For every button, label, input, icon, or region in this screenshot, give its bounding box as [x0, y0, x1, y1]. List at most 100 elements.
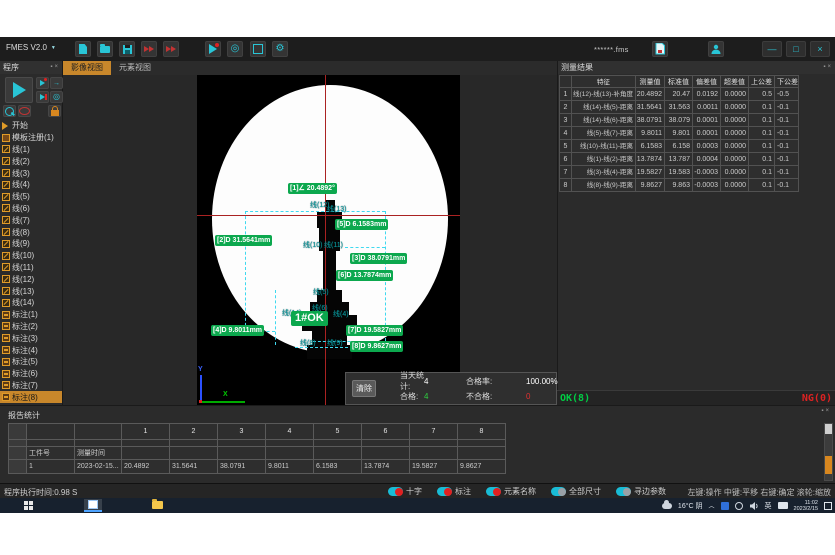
report-doc-button[interactable]	[652, 41, 668, 57]
pause-run-button[interactable]	[36, 91, 49, 103]
results-col-upper[interactable]: 上公差	[749, 75, 775, 88]
program-item[interactable]: 线(5)	[0, 191, 62, 203]
scrollbar-thumb[interactable]	[825, 456, 832, 474]
settings-button[interactable]: ⚙	[272, 41, 288, 57]
network-icon[interactable]	[735, 502, 743, 510]
panel-pin-close-icons[interactable]: ▪×	[821, 408, 831, 414]
keyboard-icon[interactable]	[778, 502, 788, 509]
program-item[interactable]: 线(8)	[0, 226, 62, 238]
maximize-button[interactable]: □	[786, 41, 806, 57]
program-run-button[interactable]	[5, 77, 33, 103]
program-item[interactable]: 标注(6)	[0, 368, 62, 380]
program-item[interactable]: 标注(8)	[0, 391, 62, 403]
close-button[interactable]: ×	[810, 41, 830, 57]
tab-element-view[interactable]: 元素视图	[111, 61, 159, 75]
results-col-over[interactable]: 超差值	[721, 75, 749, 88]
program-item[interactable]: 标注(7)	[0, 380, 62, 392]
results-col-standard[interactable]: 标准值	[665, 75, 693, 88]
camera-button[interactable]: ◎	[227, 41, 243, 57]
result-row[interactable]: 1线(12)-线(13)-补角度20.489220.470.01920.0000…	[559, 88, 799, 101]
result-row[interactable]: 5线(10)-线(11)-距离6.15836.1580.00030.00000.…	[559, 140, 799, 153]
notification-center-icon[interactable]	[824, 502, 832, 510]
toggle-item[interactable]: 全部尺寸	[551, 486, 601, 497]
dimension-line	[245, 211, 246, 331]
minimize-button[interactable]: —	[762, 41, 782, 57]
volume-icon[interactable]	[749, 501, 759, 511]
program-item[interactable]: 线(3)	[0, 167, 62, 179]
taskbar-clock[interactable]: 11:02 2023/2/15	[794, 500, 818, 512]
report-row[interactable]	[9, 440, 506, 447]
toggle-switch[interactable]	[388, 487, 403, 496]
program-item[interactable]: 线(11)	[0, 262, 62, 274]
program-item[interactable]: 线(1)	[0, 144, 62, 156]
results-col-measured[interactable]: 测量值	[636, 75, 665, 88]
start-button[interactable]	[24, 501, 33, 510]
program-item[interactable]: 标注(2)	[0, 321, 62, 333]
toggle-item[interactable]: 十字	[388, 486, 422, 497]
result-row[interactable]: 3线(14)-线(6)-距离38.079138.0790.00010.00000…	[559, 114, 799, 127]
toggle-switch[interactable]	[616, 487, 631, 496]
target-button[interactable]: ◎	[50, 91, 63, 103]
lock-button[interactable]	[48, 105, 61, 117]
result-row[interactable]: 8线(8)-线(9)-距离9.86279.863-0.00030.00000.1…	[559, 179, 799, 192]
panel-pin-close-icons[interactable]: ▪×	[50, 61, 60, 74]
program-item[interactable]: 线(4)	[0, 179, 62, 191]
panel-pin-close-icons[interactable]: ▪×	[823, 61, 833, 74]
new-file-button[interactable]	[75, 41, 91, 57]
program-item[interactable]: 线(7)	[0, 214, 62, 226]
report-row[interactable]: 工件号测量时间	[9, 447, 506, 460]
toggle-item[interactable]: 标注	[437, 486, 471, 497]
program-item[interactable]: 标注(5)	[0, 356, 62, 368]
tray-app-icon[interactable]	[721, 502, 729, 510]
program-item[interactable]: 线(2)	[0, 155, 62, 167]
result-row[interactable]: 4线(5)-线(7)-距离9.80119.8010.00010.00000.1-…	[559, 127, 799, 140]
results-col-lower[interactable]: 下公差	[775, 75, 799, 88]
result-row[interactable]: 7线(3)-线(4)-距离19.582719.583-0.00030.00000…	[559, 166, 799, 179]
toggle-item[interactable]: 寻边参数	[616, 486, 666, 497]
program-item[interactable]: 线(6)	[0, 203, 62, 215]
roi-button[interactable]	[250, 41, 266, 57]
step-run-button[interactable]	[36, 77, 49, 89]
results-col-feature[interactable]: 特征	[572, 75, 636, 88]
tray-expand-icon[interactable]: ︿	[709, 501, 715, 510]
program-item[interactable]: 线(9)	[0, 238, 62, 250]
report-scrollbar[interactable]	[824, 423, 833, 481]
clear-stats-button[interactable]: 清除	[352, 380, 376, 397]
scrollbar-up-button[interactable]	[825, 424, 832, 434]
open-file-button[interactable]	[97, 41, 113, 57]
axis-y-label: Y	[198, 366, 203, 373]
report-row[interactable]: 12023-02-15...20.489231.564138.07919.801…	[9, 460, 506, 474]
result-row[interactable]: 2线(14)-线(5)-距离31.564131.5630.00110.00000…	[559, 101, 799, 114]
user-button[interactable]	[708, 41, 724, 57]
toggle-switch[interactable]	[551, 487, 566, 496]
result-row[interactable]: 6线(1)-线(2)-距离13.787413.7870.00040.00000.…	[559, 153, 799, 166]
report-row[interactable]: 12345678	[9, 424, 506, 440]
program-item[interactable]: 开始	[0, 120, 62, 132]
run-button[interactable]	[205, 41, 221, 57]
export-button[interactable]	[141, 41, 157, 57]
program-item[interactable]: 模板注册(1)	[0, 132, 62, 144]
program-item[interactable]: 线(14)	[0, 297, 62, 309]
save-button[interactable]	[119, 41, 135, 57]
program-item[interactable]: 线(12)	[0, 273, 62, 285]
tab-image-view[interactable]: 影像视图	[63, 61, 111, 75]
program-item[interactable]: 标注(3)	[0, 332, 62, 344]
zoom-search-button[interactable]	[3, 105, 16, 117]
program-item[interactable]: 线(10)	[0, 250, 62, 262]
toggle-switch[interactable]	[437, 487, 452, 496]
file-explorer-button[interactable]	[152, 501, 163, 509]
app-menu[interactable]: FMES V2.0 ▼	[6, 43, 56, 52]
run-to-button[interactable]: →	[50, 77, 63, 89]
results-col-deviation[interactable]: 偏差值	[693, 75, 721, 88]
program-item[interactable]: 标注(1)	[0, 309, 62, 321]
toggle-item[interactable]: 元素名称	[486, 486, 536, 497]
image-viewport[interactable]: Y X 线(12) 线(13) 线(10) 线(11) 线(5) 线(6) 线(…	[63, 75, 557, 405]
input-language-indicator[interactable]: 英	[765, 501, 772, 511]
toggle-switch[interactable]	[486, 487, 501, 496]
import-button[interactable]	[163, 41, 179, 57]
loop-run-button[interactable]	[18, 105, 31, 117]
weather-text[interactable]: 16°C 阴	[678, 501, 703, 511]
program-item[interactable]: 线(13)	[0, 285, 62, 297]
active-app-task-button[interactable]	[84, 499, 102, 512]
program-item[interactable]: 标注(4)	[0, 344, 62, 356]
